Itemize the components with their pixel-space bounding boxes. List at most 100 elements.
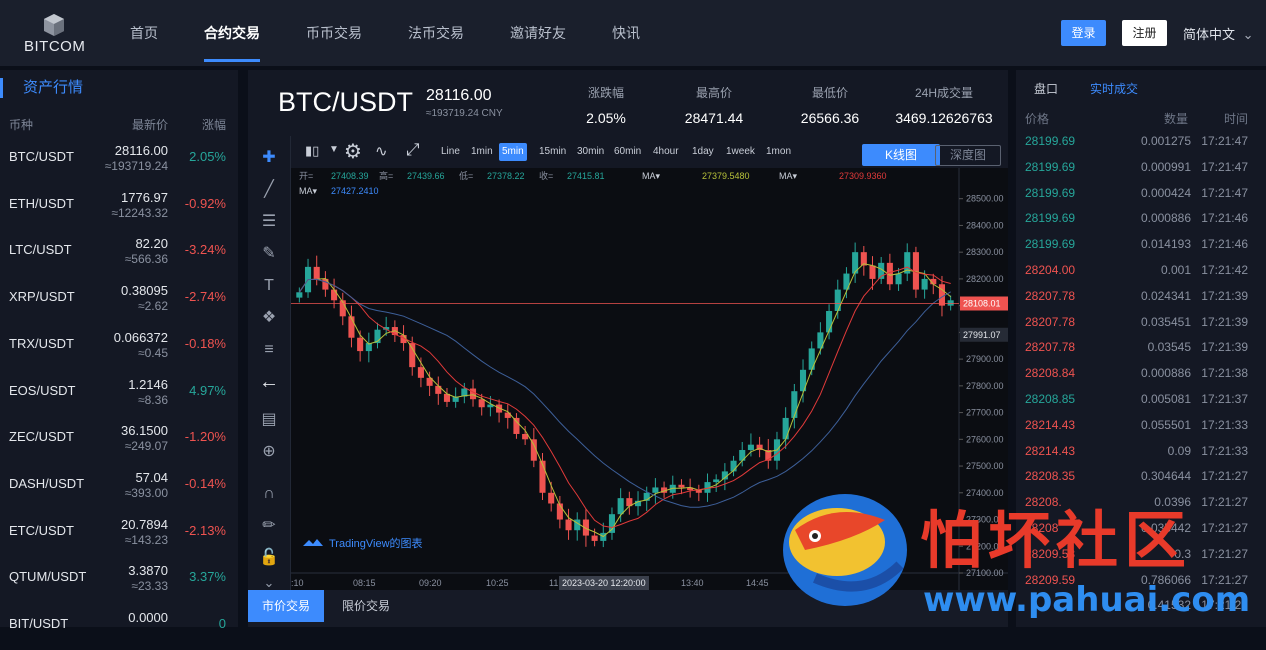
trade-price: 28199.69: [1025, 237, 1076, 252]
candle: [869, 265, 876, 279]
brand-logo[interactable]: BITCOM: [24, 14, 86, 56]
fullscreen-icon[interactable]: ⤢: [406, 140, 420, 160]
market-change: -2.74%: [184, 289, 226, 305]
market-price: 36.1500: [121, 423, 168, 439]
trade-row: 28214.43 0.09 17:21:33: [1016, 438, 1266, 464]
stat-change: 涨跌幅 2.05%: [551, 84, 661, 126]
magnet-icon[interactable]: ∩: [257, 482, 281, 506]
timeframe-15min[interactable]: 15min: [536, 143, 569, 161]
y-tick-label: 27600.00: [966, 434, 1004, 444]
trade-price: 28199.69: [1025, 211, 1076, 226]
candle: [591, 535, 598, 541]
market-price: 0.066372: [113, 329, 168, 345]
trade-row: 28207.78 0.03545 17:21:39: [1016, 334, 1266, 360]
back-arrow-icon[interactable]: ←: [257, 370, 281, 394]
nav-home[interactable]: 首页: [130, 0, 158, 66]
timeframe-5min[interactable]: 5min: [499, 143, 527, 161]
column-header-price: 最新价: [132, 118, 169, 132]
market-row[interactable]: EOS/USDT 1.2146 ≈8.36 4.97%: [0, 371, 238, 417]
y-tick-label: 28500.00: [966, 194, 1004, 204]
zoom-in-icon[interactable]: ⊕: [257, 440, 281, 464]
candle-type-icon[interactable]: ▮▯: [305, 143, 319, 159]
timeframe-1day[interactable]: 1day: [689, 143, 717, 161]
trade-row: 28199.69 0.001275 17:21:47: [1016, 128, 1266, 154]
crosshair-time-label: 2023-03-20 12:20:00: [562, 578, 646, 588]
market-cny: ≈0.45: [138, 345, 168, 360]
main-nav: 首页 合约交易 币币交易 法币交易 邀请好友 快讯: [130, 0, 686, 66]
register-button[interactable]: 注册: [1122, 20, 1167, 46]
tab-market-order[interactable]: 市价交易: [248, 590, 325, 622]
ma-legend-value: 27309.9360: [839, 171, 887, 181]
market-cny: ≈23.33: [131, 579, 168, 594]
measure-tool-icon[interactable]: ≡: [257, 338, 281, 362]
nav-contract-trading[interactable]: 合约交易: [204, 0, 260, 66]
market-change: -0.18%: [184, 335, 226, 351]
nav-fiat-trading[interactable]: 法币交易: [408, 0, 464, 66]
settings-gear-icon[interactable]: ⚙: [344, 139, 362, 164]
indicators-icon[interactable]: ∿: [375, 142, 388, 160]
chevron-down-icon[interactable]: ▼: [329, 144, 339, 155]
language-select[interactable]: 简体中文 ⌄: [1183, 24, 1254, 43]
market-cny: ≈393.00: [124, 485, 168, 500]
trade-row: 28204.00 0.001 17:21:42: [1016, 257, 1266, 283]
trade-price: 28207.78: [1025, 340, 1076, 355]
stat-label: 最低价: [811, 86, 848, 100]
trend-line-icon[interactable]: ╱: [257, 178, 281, 202]
candle: [947, 300, 954, 306]
market-row[interactable]: XRP/USDT 0.38095 ≈2.62 -2.74%: [0, 277, 238, 323]
trade-amount: 0.000991: [1140, 159, 1191, 174]
candle: [331, 289, 338, 301]
market-row[interactable]: ETH/USDT 1776.97 ≈12243.32 -0.92%: [0, 184, 238, 230]
timeframe-30min[interactable]: 30min: [574, 143, 607, 161]
timeframe-line[interactable]: Line: [438, 143, 463, 161]
market-row[interactable]: DASH/USDT 57.04 ≈393.00 -0.14%: [0, 464, 238, 510]
market-row[interactable]: ZEC/USDT 36.1500 ≈249.07 -1.20%: [0, 417, 238, 463]
stat-value: 3469.12626763: [895, 110, 993, 126]
timeframe-60min[interactable]: 60min: [611, 143, 644, 161]
crosshair-icon[interactable]: ✚: [257, 146, 281, 170]
timeframe-4hour[interactable]: 4hour: [650, 143, 682, 161]
kline-view-button[interactable]: K线图: [862, 144, 940, 166]
timeframe-1week[interactable]: 1week: [723, 143, 758, 161]
market-row[interactable]: ETC/USDT 20.7894 ≈143.23 -2.13%: [0, 511, 238, 557]
tab-limit-order[interactable]: 限价交易: [328, 590, 404, 622]
market-symbol: QTUM/USDT: [9, 569, 87, 585]
brush-icon[interactable]: ✎: [257, 242, 281, 266]
nav-invite-friends[interactable]: 邀请好友: [510, 0, 566, 66]
market-cny: ≈143.23: [124, 532, 168, 547]
market-row[interactable]: QTUM/USDT 3.3870 ≈23.33 3.37%: [0, 557, 238, 603]
stat-label: 24H成交量: [914, 86, 973, 100]
trade-amount: 0.024341: [1140, 288, 1191, 303]
market-row[interactable]: TRX/USDT 0.066372 ≈0.45 -0.18%: [0, 324, 238, 370]
lock-drawing-icon[interactable]: ✏: [257, 514, 281, 538]
candle: [895, 273, 902, 285]
nav-spot-trading[interactable]: 币币交易: [306, 0, 362, 66]
ruler-icon[interactable]: ▤: [257, 408, 281, 432]
login-button[interactable]: 登录: [1061, 20, 1106, 46]
trade-price: 28199.69: [1025, 159, 1076, 174]
nav-news[interactable]: 快讯: [612, 0, 640, 66]
market-cny: ≈2.62: [138, 299, 168, 314]
lock-icon[interactable]: 🔓: [257, 546, 281, 570]
market-row[interactable]: BTC/USDT 28116.00 ≈193719.24 2.05%: [0, 137, 238, 183]
watermark-url: www.pahuai.com: [923, 580, 1251, 620]
trade-time: 17:21:33: [1201, 443, 1248, 458]
candle: [513, 417, 520, 434]
tab-order-book[interactable]: 盘口: [1034, 80, 1058, 97]
pattern-tool-icon[interactable]: ❖: [257, 306, 281, 330]
candle: [808, 348, 815, 370]
tab-recent-trades[interactable]: 实时成交: [1090, 80, 1138, 97]
timeframe-1mon[interactable]: 1mon: [763, 143, 794, 161]
trade-amount: 0.000886: [1140, 366, 1191, 381]
text-tool-icon[interactable]: T: [257, 274, 281, 298]
trade-amount: 0.055501: [1140, 417, 1191, 432]
candle: [791, 391, 798, 418]
ma-legend-label: MA▾: [299, 186, 318, 196]
timeframe-1min[interactable]: 1min: [468, 143, 496, 161]
market-row[interactable]: BIT/USDT 0.0000 0: [0, 604, 238, 650]
column-header-time: 时间: [1224, 112, 1249, 126]
y-tick-label: 28300.00: [966, 247, 1004, 257]
fib-tool-icon[interactable]: ☰: [257, 210, 281, 234]
market-row[interactable]: LTC/USDT 82.20 ≈566.36 -3.24%: [0, 230, 238, 276]
depth-view-button[interactable]: 深度图: [935, 145, 1001, 166]
